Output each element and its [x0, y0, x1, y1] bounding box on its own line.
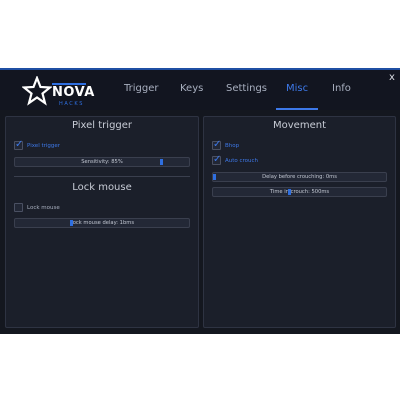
star-icon	[22, 76, 52, 106]
divider	[14, 176, 190, 177]
left-panel: Pixel trigger ✓ Pixel trigger Sensitivit…	[5, 116, 199, 328]
slider-handle[interactable]	[213, 174, 216, 180]
sensitivity-slider[interactable]: Sensitivity: 85%	[14, 157, 190, 167]
tab-info[interactable]: Info	[332, 83, 351, 94]
auto-crouch-checkbox[interactable]: ✓ Auto crouch	[212, 154, 292, 166]
logo-name: NOVA	[52, 85, 95, 100]
checkbox-box[interactable]: ✓	[212, 139, 222, 150]
tab-keys[interactable]: Keys	[180, 83, 203, 94]
checkbox-box[interactable]: ✓	[212, 154, 222, 165]
slider-handle[interactable]	[288, 189, 291, 195]
close-button[interactable]: x	[389, 72, 395, 83]
tab-trigger[interactable]: Trigger	[124, 83, 159, 94]
slider-handle[interactable]	[70, 220, 73, 226]
checkbox-label: Auto crouch	[225, 158, 259, 164]
slider-label: Time in crouch: 500ms	[269, 189, 330, 195]
tab-settings[interactable]: Settings	[226, 83, 267, 94]
checkbox-label: Lock mouse	[27, 205, 60, 211]
pixel-trigger-title: Pixel trigger	[71, 120, 133, 131]
header-bar: NOVA HACKS Trigger Keys Settings Misc In…	[0, 70, 400, 110]
checkbox-label: Pixel trigger	[27, 143, 61, 149]
logo-subtitle: HACKS	[59, 101, 85, 107]
slider-label: Lock mouse delay: 1bms	[69, 220, 135, 226]
check-icon: ✓	[15, 139, 24, 150]
logo: NOVA HACKS	[22, 76, 95, 110]
checkbox-label: Bhop	[225, 143, 240, 149]
time-in-crouch-slider[interactable]: Time in crouch: 500ms	[212, 187, 387, 197]
check-icon: ✓	[213, 139, 222, 150]
tab-misc[interactable]: Misc	[286, 83, 308, 94]
right-panel: Movement ✓ Bhop ✓ Auto crouch Delay befo…	[203, 116, 396, 328]
active-tab-indicator	[276, 108, 318, 110]
lock-mouse-checkbox[interactable]: Lock mouse	[14, 203, 94, 213]
checkbox-box[interactable]	[14, 203, 23, 212]
lock-mouse-title: Lock mouse	[72, 182, 132, 193]
checkbox-box[interactable]: ✓	[14, 139, 24, 150]
bhop-checkbox[interactable]: ✓ Bhop	[212, 139, 292, 151]
slider-handle[interactable]	[160, 159, 163, 165]
app-window: NOVA HACKS Trigger Keys Settings Misc In…	[0, 68, 400, 334]
pixel-trigger-checkbox[interactable]: ✓ Pixel trigger	[14, 139, 94, 151]
check-icon: ✓	[213, 154, 222, 165]
slider-label: Delay before crouching: 0ms	[262, 174, 337, 180]
lock-mouse-delay-slider[interactable]: Lock mouse delay: 1bms	[14, 218, 190, 228]
delay-before-crouching-slider[interactable]: Delay before crouching: 0ms	[212, 172, 387, 182]
movement-title: Movement	[273, 120, 326, 131]
